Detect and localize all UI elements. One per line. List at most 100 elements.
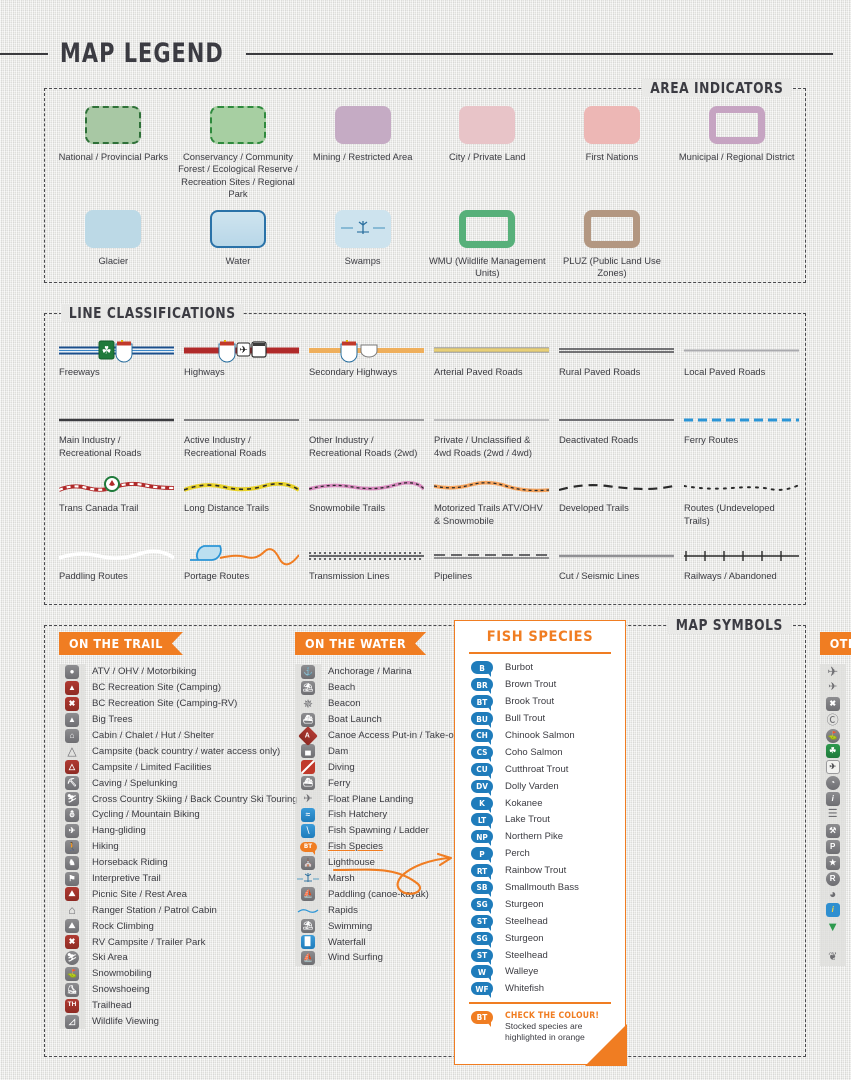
list-item[interactable]: ⚒Mine Site bbox=[819, 822, 851, 839]
fish-row[interactable]: B Burbot bbox=[471, 660, 625, 678]
area-item-pluz[interactable]: PLUZ (Public Land Use Zones) bbox=[550, 207, 675, 280]
list-item[interactable]: ✖Customs bbox=[819, 695, 851, 712]
line-item-developed-trails[interactable]: Developed Trails bbox=[559, 472, 684, 540]
list-item[interactable]: 🚶 Hiking bbox=[59, 838, 287, 855]
line-item-arterial-paved-roads[interactable]: Arterial Paved Roads bbox=[434, 336, 559, 404]
area-item-wmu[interactable]: WMU (Wildlife Management Units) bbox=[425, 207, 550, 280]
line-item-portage-routes[interactable]: Portage Routes bbox=[184, 540, 309, 608]
fish-row[interactable]: ST Steelhead bbox=[471, 947, 625, 965]
list-item[interactable]: ⌂ Cabin / Chalet / Hut / Shelter bbox=[59, 727, 287, 744]
list-item[interactable]: ☘Highway: Trans Canada bbox=[819, 743, 851, 760]
list-item[interactable]: ◔Hunting Range bbox=[819, 775, 851, 792]
fish-row[interactable]: SG Sturgeon bbox=[471, 896, 625, 914]
list-item[interactable]: ✵ Beacon bbox=[295, 695, 462, 712]
list-item[interactable]: ⛰ Picnic Site / Rest Area bbox=[59, 886, 287, 903]
line-item-local-paved-roads[interactable]: Local Paved Roads bbox=[684, 336, 809, 404]
list-item[interactable]: ⛏ Caving / Spelunking bbox=[59, 775, 287, 792]
list-item[interactable]: ▼Wilderness Area / Wildlife Area / Wildl… bbox=[819, 918, 851, 935]
list-item[interactable]: A Canoe Access Put-in / Take-out bbox=[295, 725, 462, 746]
line-item-trans-canada-trail[interactable]: Trans Canada Trail bbox=[59, 472, 184, 540]
fish-row[interactable]: BU Bull Trout bbox=[471, 710, 625, 729]
fish-row[interactable]: SB Smallmouth Bass bbox=[471, 879, 625, 898]
list-item[interactable]: iInformation Centre bbox=[819, 791, 851, 808]
fish-row[interactable]: DV Dolly Varden bbox=[471, 778, 625, 796]
area-item-mining[interactable]: Mining / Restricted Area bbox=[300, 103, 425, 201]
list-item[interactable]: ☰Microwave Tower bbox=[819, 807, 851, 823]
list-item[interactable]: ★Point of Interest bbox=[819, 854, 851, 871]
fish-row[interactable]: LT Lake Trout bbox=[471, 812, 625, 830]
list-item[interactable]: TH Trailhead bbox=[59, 997, 287, 1014]
list-item[interactable]: △ Campsite (back country / water access o… bbox=[59, 743, 287, 760]
line-item-main-industry[interactable]: Main Industry / Recreational Roads bbox=[59, 404, 184, 472]
list-item[interactable]: ✈Airport bbox=[819, 664, 851, 680]
area-item-swamps[interactable]: Swamps bbox=[300, 207, 425, 280]
list-item[interactable]: ▄ Dam bbox=[295, 743, 462, 760]
list-item[interactable]: ♞ Horseback Riding bbox=[59, 854, 287, 871]
fish-row[interactable]: BT Brook Trout bbox=[471, 693, 625, 712]
line-item-railways[interactable]: Railways / Abandoned bbox=[684, 540, 809, 608]
area-item-city-private-land[interactable]: City / Private Land bbox=[425, 103, 550, 201]
list-item[interactable]: ✈ Float Plane Landing bbox=[295, 791, 462, 808]
list-item[interactable]: ⚑ Interpretive Trail bbox=[59, 870, 287, 887]
list-item[interactable]: iVisitor Centre bbox=[819, 902, 851, 919]
line-item-other-industry[interactable]: Other Industry / Recreational Roads (2wd… bbox=[309, 404, 434, 472]
list-item[interactable]: ▲ BC Recreation Site (Camping) bbox=[59, 679, 287, 696]
area-item-conservancy[interactable]: Conservancy / Community Forest / Ecologi… bbox=[176, 103, 301, 201]
line-item-active-industry[interactable]: Active Industry / Recreational Roads bbox=[184, 404, 309, 472]
list-item[interactable]: ● ATV / OHV / Motorbiking bbox=[59, 664, 287, 680]
list-item[interactable]: PParking bbox=[819, 838, 851, 855]
fish-row[interactable]: WF Whitefish bbox=[471, 980, 625, 999]
fish-row[interactable]: K Kokanee bbox=[471, 795, 625, 813]
list-item[interactable]: ⛵ Wind Surfing bbox=[295, 950, 462, 966]
list-item[interactable]: ◕Viewpoint / Forestry Lookout bbox=[819, 886, 851, 903]
fish-row[interactable]: CU Cutthroat Trout bbox=[471, 761, 625, 779]
list-item[interactable]: ⛳Golf Course bbox=[819, 727, 851, 744]
list-item[interactable]: ✖ RV Campsite / Trailer Park bbox=[59, 934, 287, 951]
fish-row[interactable]: W Walleye bbox=[471, 964, 625, 982]
list-item[interactable]: ⛷ Ski Area bbox=[59, 950, 287, 966]
line-item-routes-undeveloped[interactable]: Routes (Undeveloped Trails) bbox=[684, 472, 809, 540]
line-item-motorized-trails[interactable]: Motorized Trails ATV/OHV & Snowmobile bbox=[434, 472, 559, 540]
list-item[interactable]: ⛸ Snowshoeing bbox=[59, 981, 287, 998]
list-item[interactable]: ⒸGate bbox=[819, 711, 851, 728]
line-item-paddling-routes[interactable]: Paddling Routes bbox=[59, 540, 184, 608]
list-item[interactable]: ✈ Hang-gliding bbox=[59, 822, 287, 839]
list-item[interactable]: RResort / Lodge bbox=[819, 870, 851, 887]
area-item-water[interactable]: Water bbox=[176, 207, 301, 280]
line-item-transmission-lines[interactable]: Transmission Lines bbox=[309, 540, 434, 608]
line-item-cut-seismic[interactable]: Cut / Seismic Lines bbox=[559, 540, 684, 608]
fish-row[interactable]: RT Rainbow Trout bbox=[471, 862, 625, 881]
fish-row[interactable]: P Perch bbox=[471, 845, 625, 864]
list-item[interactable]: ▉ Waterfall bbox=[295, 934, 462, 951]
line-item-long-distance-trails[interactable]: Long Distance Trails bbox=[184, 472, 309, 540]
area-item-glacier[interactable]: Glacier bbox=[51, 207, 176, 280]
line-item-private-unclassified[interactable]: Private / Unclassified & 4wd Roads (2wd … bbox=[434, 404, 559, 472]
line-item-highways[interactable]: ✈ Highways bbox=[184, 336, 309, 404]
list-item[interactable]: ≈ Fish Hatchery bbox=[295, 807, 462, 823]
list-item[interactable]: ✈Airstrip bbox=[819, 679, 851, 696]
list-item[interactable]: ⛴ Ferry bbox=[295, 775, 462, 792]
list-item[interactable]: ⌂ Ranger Station / Patrol Cabin bbox=[59, 902, 287, 919]
list-item[interactable]: ✖ BC Recreation Site (Camping-RV) bbox=[59, 695, 287, 712]
line-item-snowmobile-trails[interactable]: Snowmobile Trails bbox=[309, 472, 434, 540]
list-item[interactable]: ⛢ Cycling / Mountain Biking bbox=[59, 807, 287, 823]
list-item[interactable]: ⛱ Beach bbox=[295, 679, 462, 696]
list-item[interactable]: ⚓ Anchorage / Marina bbox=[295, 664, 462, 680]
line-item-deactivated-roads[interactable]: Deactivated Roads bbox=[559, 404, 684, 472]
list-item[interactable]: ▲ Big Trees bbox=[59, 711, 287, 728]
list-item[interactable]: ⛳ Snowmobiling bbox=[59, 965, 287, 982]
list-item[interactable]: ⛷ Cross Country Skiing / Back Country Ski… bbox=[59, 791, 298, 808]
line-item-pipelines[interactable]: Pipelines bbox=[434, 540, 559, 608]
fish-row[interactable]: NP Northern Pike bbox=[471, 828, 625, 847]
line-item-freeways[interactable]: ☘ Freeways bbox=[59, 336, 184, 404]
area-item-first-nations[interactable]: First Nations bbox=[550, 103, 675, 201]
list-item[interactable]: ⛰ Rock Climbing bbox=[59, 918, 287, 935]
list-item[interactable]: ✈Highway: Crowsnest bbox=[819, 759, 851, 776]
list-item[interactable]: ⧹ Fish Spawning / Ladder bbox=[295, 822, 462, 839]
area-item-national-provincial-parks[interactable]: National / Provincial Parks bbox=[51, 103, 176, 201]
list-item[interactable]: △ Campsite / Limited Facilities bbox=[59, 759, 287, 776]
fish-row[interactable]: BR Brown Trout bbox=[471, 676, 625, 695]
list-item[interactable]: ⛴ Boat Launch bbox=[295, 711, 462, 728]
fish-row[interactable]: CH Chinook Salmon bbox=[471, 727, 625, 745]
list-item[interactable]: Diving bbox=[295, 759, 462, 776]
